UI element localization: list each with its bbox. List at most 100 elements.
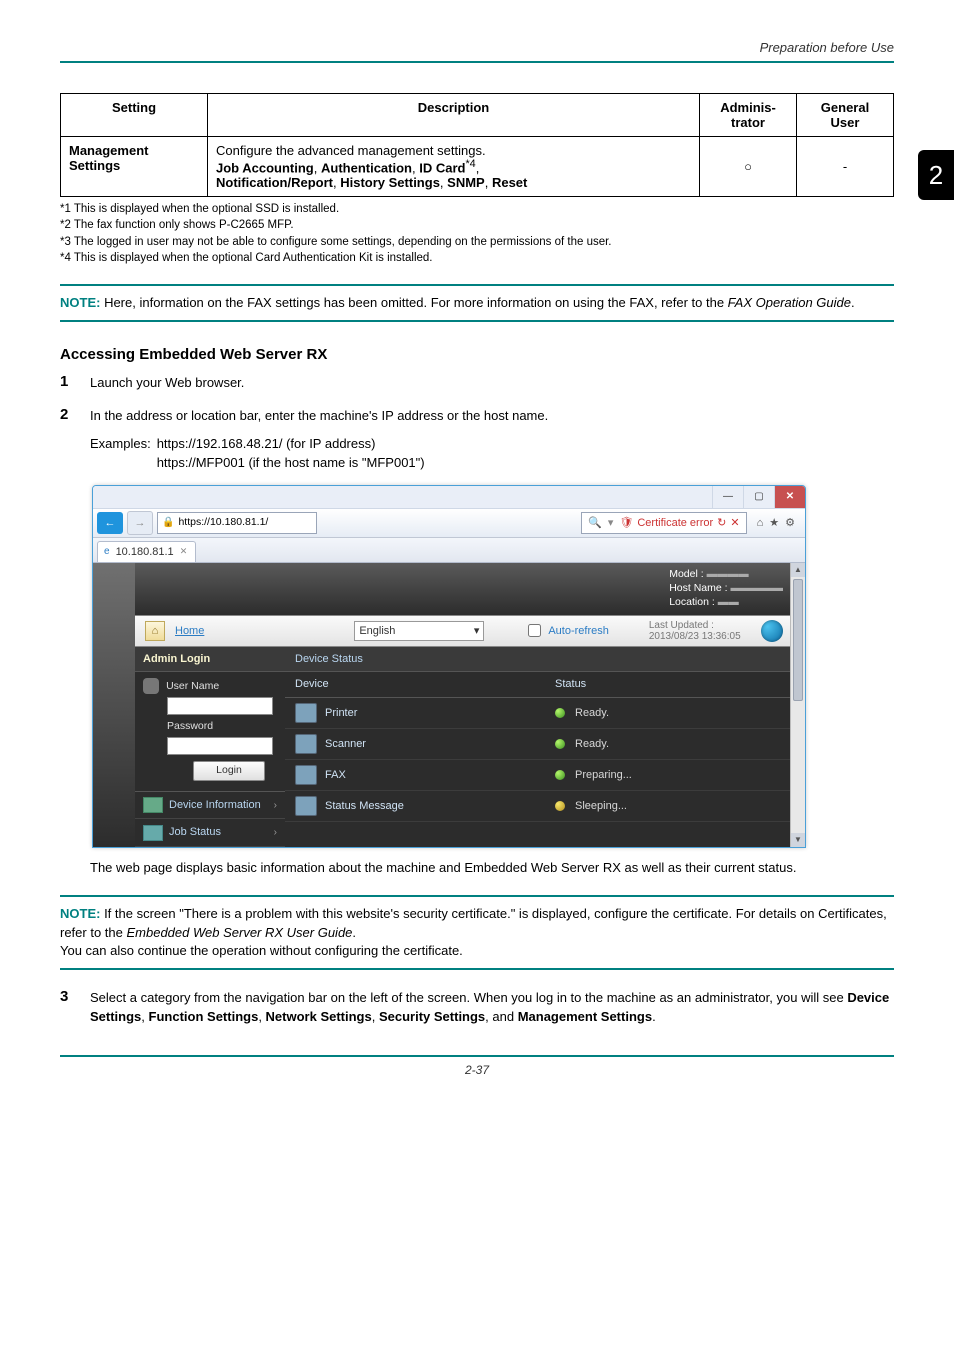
search-cert-zone[interactable]: 🔍 ▾ 🛡 Certificate error ↻ ✕ [581,512,746,534]
footnote-4: *4 This is displayed when the optional C… [60,250,894,266]
username-input[interactable] [167,697,273,715]
step-text: In the address or location bar, enter th… [90,406,894,426]
lock-icon: 🔒 [162,515,174,530]
sidebar-admin-login-header: Admin Login [135,647,285,673]
home-icon[interactable]: ⌂ [145,621,165,641]
step-number: 1 [60,373,90,393]
header-rule [60,61,894,63]
vertical-scrollbar[interactable]: ▲ ▼ [790,563,805,847]
step-3: 3 Select a category from the navigation … [60,988,894,1027]
browser-tab-bar: e 10.180.81.1 ✕ [93,538,805,563]
step-number: 2 [60,406,90,877]
footer-rule [60,1055,894,1057]
scroll-thumb[interactable] [793,579,803,701]
scroll-up-arrow-icon[interactable]: ▲ [791,563,805,577]
note-box-2: NOTE: If the screen "There is a problem … [60,895,894,970]
th-setting: Setting [61,94,208,137]
model-value-redacted: ▬▬▬▬ [707,568,749,580]
cell-description: Configure the advanced management settin… [208,137,700,197]
note-label: NOTE: [60,295,100,310]
gear-icon[interactable]: ⚙ [785,515,795,532]
password-label: Password [167,719,277,735]
login-button[interactable]: Login [193,761,265,781]
fax-icon [295,765,317,785]
ews-content: Device Status Device Status Printer Read… [285,647,805,847]
sidebar-login-panel: User Name Password Login [135,672,285,792]
window-maximize-button[interactable]: ▢ [743,486,774,508]
content-column-headers: Device Status [285,672,805,698]
status-dot-icon [555,739,565,749]
th-user: General User [797,94,894,137]
browser-window: — ▢ ✕ ← → 🔒 https://10.180.81.1/ 🔍 [92,485,806,848]
status-dot-icon [555,801,565,811]
hostname-label: Host Name : [669,582,727,594]
note2-line2: You can also continue the operation with… [60,943,463,958]
search-icon: 🔍 [588,515,602,532]
last-updated: Last Updated : 2013/08/23 13:36:05 [649,620,741,642]
certificate-error-indicator[interactable]: 🛡 Certificate error ↻ ✕ [619,515,739,532]
window-minimize-button[interactable]: — [712,486,743,508]
auto-refresh-input[interactable] [528,624,541,637]
step-2: 2 In the address or location bar, enter … [60,406,894,877]
window-titlebar: — ▢ ✕ [93,486,805,509]
browser-toolbar: ← → 🔒 https://10.180.81.1/ 🔍 ▾ 🛡 [93,509,805,538]
model-label: Model : [669,568,703,580]
auto-refresh-checkbox[interactable]: Auto-refresh [524,621,609,640]
status-row-message: Status Message Sleeping... [285,791,805,822]
example-line-1: https://192.168.48.21/ (for IP address) [157,434,425,454]
scroll-down-arrow-icon[interactable]: ▼ [791,833,805,847]
status-dot-icon [555,770,565,780]
header-section-title: Preparation before Use [60,40,894,61]
step-2-aftertext: The web page displays basic information … [90,858,894,878]
sidebar-item-device-information[interactable]: Device Information › [135,792,285,820]
address-bar[interactable]: 🔒 https://10.180.81.1/ [157,512,317,534]
home-icon[interactable]: ⌂ [757,515,764,532]
step-1: 1 Launch your Web browser. [60,373,894,393]
home-link[interactable]: Home [175,623,204,640]
chevron-down-icon: ▾ [474,623,480,640]
back-button[interactable]: ← [97,512,123,534]
ews-top-band: Model : ▬▬▬▬ Host Name : ▬▬▬▬▬ Location … [135,563,805,615]
cell-setting-name: Management Settings [69,143,148,173]
step-text: Select a category from the navigation ba… [90,988,894,1027]
device-info-icon [143,797,163,813]
ews-home-bar: ⌂ Home English ▾ Auto-refresh [135,615,805,647]
window-close-button[interactable]: ✕ [774,486,805,508]
hostname-value-redacted: ▬▬▬▬▬ [731,582,784,594]
tab-title: 10.180.81.1 [116,544,174,561]
sidebar-item-job-status[interactable]: Job Status › [135,819,285,847]
chevron-right-icon: › [274,798,277,813]
favorites-icon[interactable]: ★ [769,515,779,532]
shield-error-icon: 🛡 [619,515,633,532]
footnote-3: *3 The logged in user may not be able to… [60,234,894,250]
forward-button[interactable]: → [127,511,153,535]
browser-tools: ⌂ ★ ⚙ [751,515,801,532]
browser-tab[interactable]: e 10.180.81.1 ✕ [97,541,196,562]
message-icon [295,796,317,816]
footnotes: *1 This is displayed when the optional S… [60,201,894,265]
password-input[interactable] [167,737,273,755]
note-box-1: NOTE: Here, information on the FAX setti… [60,284,894,322]
footnote-2: *2 The fax function only shows P-C2665 M… [60,217,894,233]
note-label: NOTE: [60,906,100,921]
col-device: Device [295,676,555,693]
refresh-button[interactable] [761,620,783,642]
tab-favicon-icon: e [104,544,110,559]
cell-admin: ○ [700,137,797,197]
status-dot-icon [555,708,565,718]
url-text: https://10.180.81.1/ [178,515,268,531]
tab-close-icon[interactable]: ✕ [180,545,188,559]
job-status-icon [143,825,163,841]
user-icon [143,678,159,694]
settings-table: Setting Description Adminis-trator Gener… [60,93,894,197]
footnote-1: *1 This is displayed when the optional S… [60,201,894,217]
section-heading: Accessing Embedded Web Server RX [60,346,894,363]
status-row-fax: FAX Preparing... [285,760,805,791]
example-line-2: https://MFP001 (if the host name is "MFP… [157,453,425,473]
location-value-redacted: ▬▬ [718,596,739,608]
col-status: Status [555,676,795,693]
language-select[interactable]: English ▾ [354,621,484,641]
content-device-status-header: Device Status [285,647,805,673]
refresh-icon: ↻ [717,515,726,532]
ews-sidebar: Admin Login User Name Password [135,647,285,847]
